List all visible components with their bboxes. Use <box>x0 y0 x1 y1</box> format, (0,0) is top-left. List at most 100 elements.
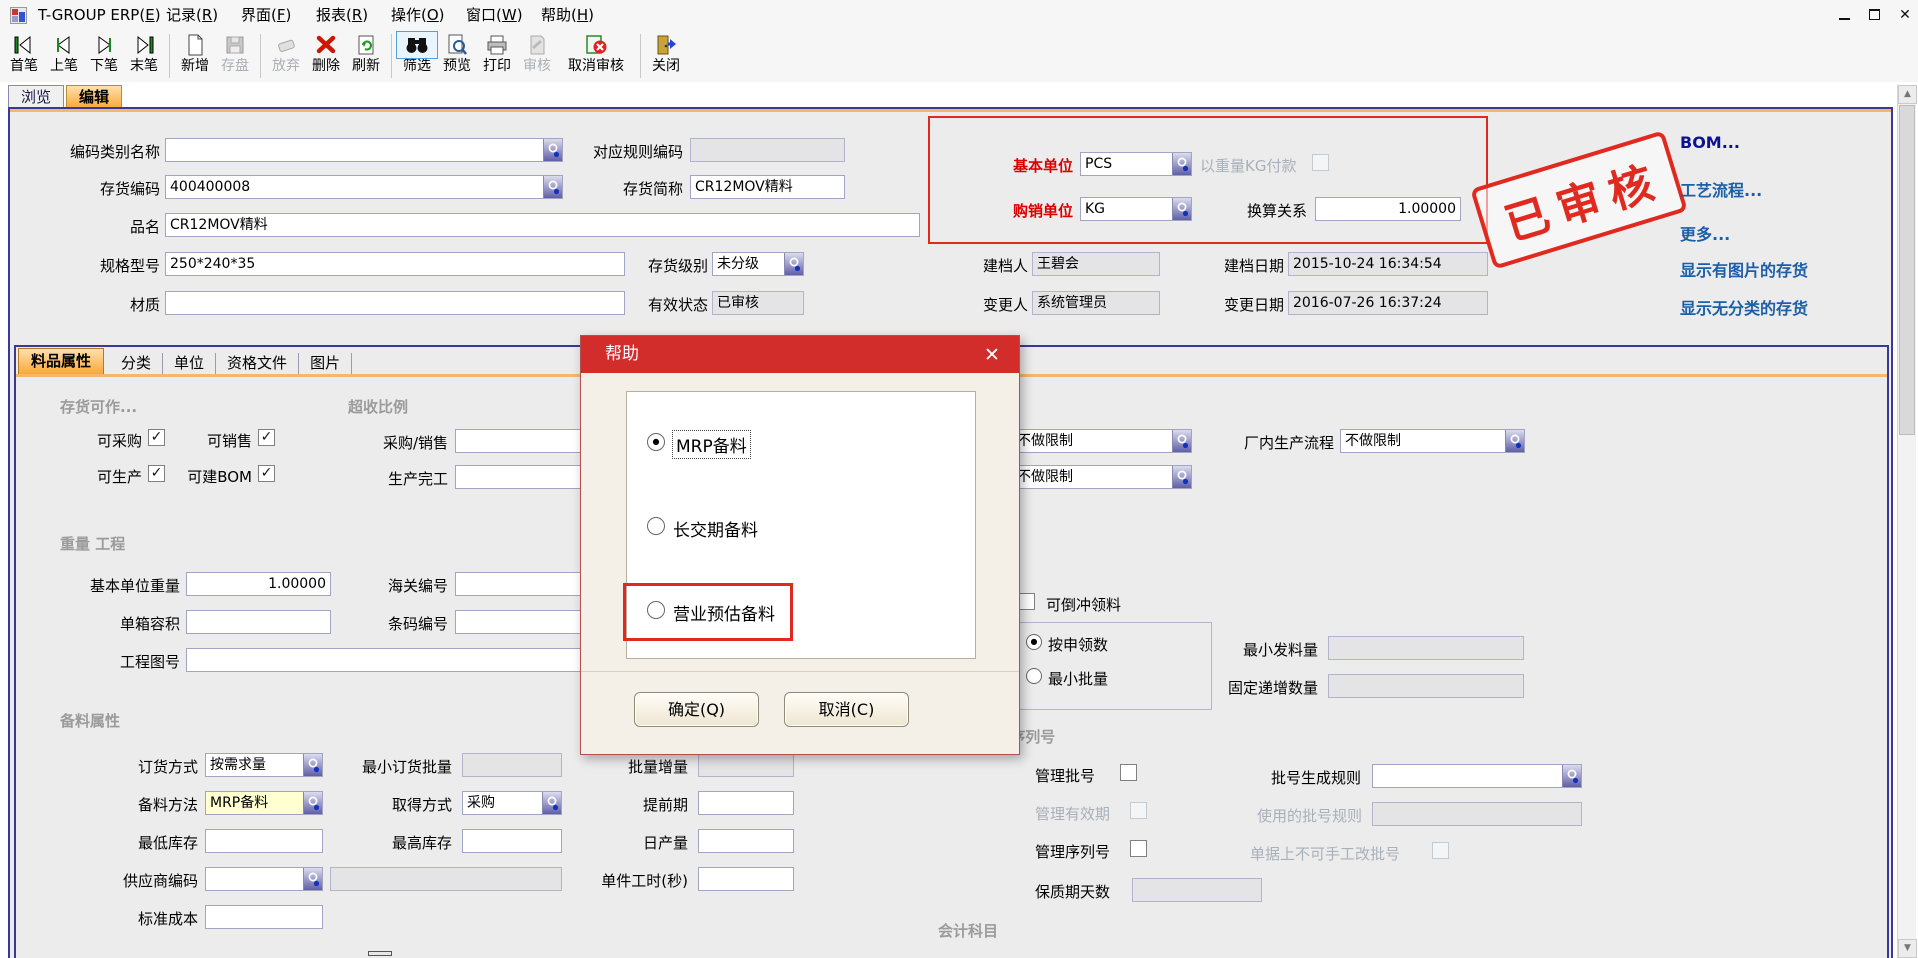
long-leadtime-option-radio[interactable] <box>647 517 665 535</box>
batch-rule-field[interactable] <box>1372 764 1582 788</box>
max-stock-field[interactable] <box>462 829 562 853</box>
first-record-button[interactable]: 首笔 <box>4 32 44 75</box>
lookup-icon[interactable] <box>1172 153 1191 175</box>
menu-item-window[interactable]: 窗口(W) <box>460 0 529 30</box>
lookup-icon[interactable] <box>543 139 562 161</box>
factory-flow-field[interactable]: 不做限制 <box>1340 429 1525 453</box>
min-batch-radio[interactable] <box>1026 668 1042 684</box>
supplier-code-field[interactable] <box>205 867 323 891</box>
scrollbar-thumb[interactable] <box>1899 105 1915 435</box>
can-sale-checkbox[interactable]: ✓ <box>258 429 275 446</box>
mrp-option-label[interactable]: MRP备料 <box>673 431 750 458</box>
item-level-field[interactable]: 未分级 <box>712 252 804 276</box>
by-request-radio[interactable]: ● <box>1026 634 1042 650</box>
tab-unit[interactable]: 单位 <box>163 353 216 374</box>
filter-button[interactable]: 筛选 <box>397 32 437 75</box>
menu-item-interface[interactable]: 界面(F) <box>235 0 297 30</box>
tab-qualification[interactable]: 资格文件 <box>216 353 299 374</box>
item-abbr-field[interactable]: CR12MOV精料 <box>690 175 845 199</box>
acquire-mode-label: 取得方式 <box>372 794 452 815</box>
minimize-button[interactable] <box>1834 6 1856 24</box>
tab-edit[interactable]: 编辑 <box>66 85 122 108</box>
refresh-button[interactable]: 刷新 <box>346 32 386 75</box>
link-process-flow[interactable]: 工艺流程... <box>1680 177 1762 201</box>
can-bom-checkbox[interactable]: ✓ <box>258 465 275 482</box>
delete-button[interactable]: 删除 <box>306 32 346 75</box>
link-more[interactable]: 更多... <box>1680 221 1730 245</box>
new-button[interactable]: 新增 <box>175 32 215 75</box>
unit-weight-field[interactable]: 1.00000 <box>186 572 331 596</box>
help-dialog: 帮助 ✕ ● MRP备料 长交期备料 营业预估备料 确定(Q) 取消(C) <box>580 335 1020 755</box>
tab-classification[interactable]: 分类 <box>110 353 163 374</box>
menu-item-tgroup-erp[interactable]: T-GROUP ERP(E) <box>32 0 167 30</box>
toolbar: 首笔 上笔 下笔 末笔 新增 存盘 放弃 删除 刷新 筛选 预览 打印 审核 取… <box>0 30 1918 82</box>
can-produce-checkbox[interactable]: ✓ <box>148 465 165 482</box>
product-name-field[interactable]: CR12MOV精料 <box>165 213 920 237</box>
lookup-icon[interactable] <box>1172 430 1191 452</box>
tab-item-attributes[interactable]: 料品属性 <box>18 348 104 374</box>
link-bom[interactable]: BOM... <box>1680 133 1740 152</box>
spec-field[interactable]: 250*240*35 <box>165 252 625 276</box>
link-show-with-picture[interactable]: 显示有图片的存货 <box>1680 257 1808 281</box>
lookup-icon[interactable] <box>542 792 561 814</box>
item-code-field[interactable]: 400400008 <box>165 175 563 199</box>
trade-unit-field[interactable]: KG <box>1080 197 1192 221</box>
menu-item-help[interactable]: 帮助(H) <box>535 0 600 30</box>
box-volume-field[interactable] <box>186 610 331 634</box>
ok-button[interactable]: 确定(Q) <box>634 692 759 727</box>
manage-expiry-checkbox <box>1130 802 1147 819</box>
last-record-button[interactable]: 末笔 <box>124 32 164 75</box>
conversion-field[interactable]: 1.00000 <box>1315 197 1461 221</box>
lookup-icon[interactable] <box>1172 198 1191 220</box>
tab-browse[interactable]: 浏览 <box>8 85 64 108</box>
std-cost-field[interactable] <box>205 905 323 929</box>
long-leadtime-option-label[interactable]: 长交期备料 <box>673 516 758 541</box>
acquire-mode-field[interactable]: 采购 <box>462 791 562 815</box>
min-stock-field[interactable] <box>205 829 323 853</box>
restore-button[interactable] <box>1864 6 1886 24</box>
manage-serial-checkbox[interactable] <box>1130 840 1147 857</box>
scroll-up-icon[interactable]: ▲ <box>1898 85 1917 104</box>
dialog-close-icon[interactable]: ✕ <box>979 342 1005 368</box>
close-form-button[interactable]: 关闭 <box>646 32 686 75</box>
material-field[interactable] <box>165 291 625 315</box>
lookup-icon[interactable] <box>303 754 322 776</box>
lookup-icon[interactable] <box>1562 765 1581 787</box>
lookup-icon[interactable] <box>303 792 322 814</box>
next-record-button[interactable]: 下笔 <box>84 32 124 75</box>
tab-picture[interactable]: 图片 <box>299 353 352 374</box>
cancel-audit-button[interactable]: 取消审核 <box>557 32 635 75</box>
daily-output-field[interactable] <box>698 829 794 853</box>
can-purchase-checkbox[interactable]: ✓ <box>148 429 165 446</box>
print-button[interactable]: 打印 <box>477 32 517 75</box>
unit-hours-label: 单件工时(秒) <box>590 870 688 891</box>
menu-item-operation[interactable]: 操作(O) <box>385 0 451 30</box>
cancel-dialog-button[interactable]: 取消(C) <box>784 692 909 727</box>
mrp-option-radio[interactable]: ● <box>647 433 665 451</box>
lookup-icon[interactable] <box>784 253 803 275</box>
menu-item-record[interactable]: 记录(R) <box>160 0 224 30</box>
prev-record-button[interactable]: 上笔 <box>44 32 84 75</box>
route-limit-field-1[interactable]: 不做限制 <box>1012 429 1192 453</box>
preview-button[interactable]: 预览 <box>437 32 477 75</box>
base-unit-field[interactable]: PCS <box>1080 152 1192 176</box>
lookup-icon[interactable] <box>303 868 322 890</box>
lookup-icon[interactable] <box>1172 466 1191 488</box>
order-mode-field[interactable]: 按需求量 <box>205 753 323 777</box>
unit-hours-field[interactable] <box>698 867 794 891</box>
category-name-field[interactable] <box>165 138 563 162</box>
menu-item-report[interactable]: 报表(R) <box>310 0 374 30</box>
prep-method-field[interactable]: MRP备料 <box>205 791 323 815</box>
lookup-icon[interactable] <box>1505 430 1524 452</box>
route-limit-field-2[interactable]: 不做限制 <box>1012 465 1192 489</box>
close-button[interactable]: ✕ <box>1894 6 1916 24</box>
manage-batch-checkbox[interactable] <box>1120 764 1137 781</box>
help-dialog-titlebar[interactable]: 帮助 <box>581 336 1019 373</box>
link-show-uncategorized[interactable]: 显示无分类的存货 <box>1680 295 1808 319</box>
drawing-no-field[interactable] <box>186 648 606 672</box>
vertical-scrollbar[interactable]: ▲ ▼ <box>1897 85 1916 958</box>
lead-time-field[interactable] <box>698 791 794 815</box>
lookup-icon[interactable] <box>543 176 562 198</box>
backflush-checkbox[interactable] <box>1018 593 1035 610</box>
scroll-down-icon[interactable]: ▼ <box>1898 939 1917 958</box>
